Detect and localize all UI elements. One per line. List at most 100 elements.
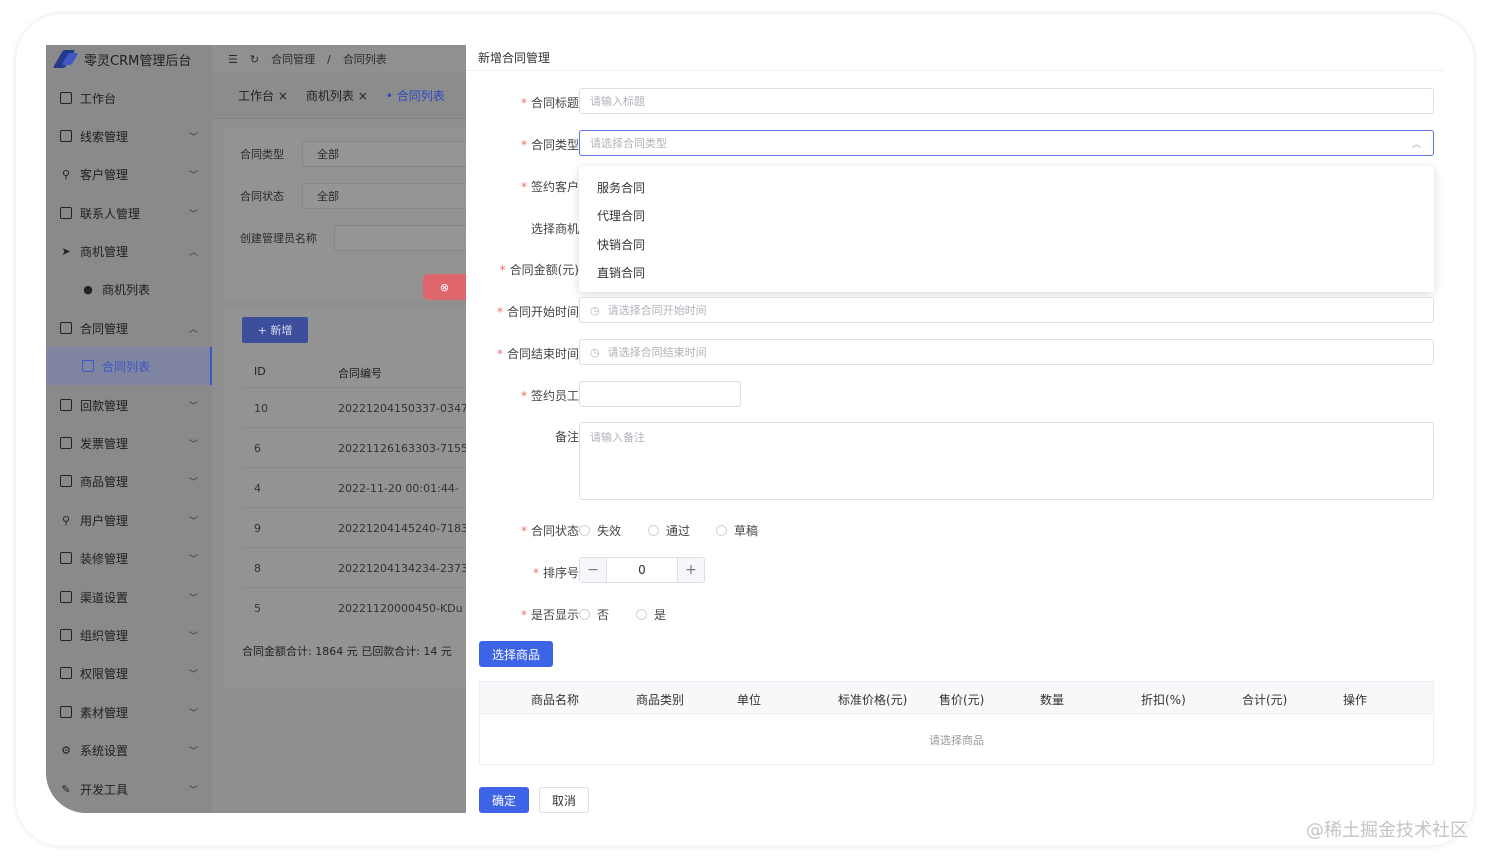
type-select[interactable]: 请选择合同类型 ︿ bbox=[579, 130, 1434, 156]
chevron-down-icon: ﹀ bbox=[188, 170, 198, 181]
field-label-end: * 合同结束时间 bbox=[496, 347, 579, 361]
field-label-opportunity: 选择商机 bbox=[530, 222, 579, 236]
confirm-button[interactable]: 确定 bbox=[479, 787, 529, 813]
start-date-picker[interactable]: ◷ 请选择合同开始时间 bbox=[579, 297, 1434, 323]
sort-value[interactable]: 0 bbox=[606, 558, 678, 582]
goods-table-header: 商品名称 商品类别 单位 标准价格(元) 售价(元) 数量 折扣(%) 合计(元… bbox=[480, 682, 1433, 714]
sidebar-item-system[interactable]: ⚙ 系统设置 ﹀ bbox=[46, 731, 212, 769]
breadcrumb-separator: / bbox=[327, 52, 331, 66]
filter-type-select[interactable]: 全部 bbox=[302, 141, 482, 167]
payment-icon bbox=[60, 399, 72, 411]
contact-icon bbox=[60, 207, 72, 219]
chevron-down-icon: ﹀ bbox=[188, 593, 198, 604]
cancel-button[interactable]: 取消 bbox=[539, 787, 589, 813]
sidebar-item-permissions[interactable]: 权限管理 ﹀ bbox=[46, 654, 212, 692]
status-radio-approved[interactable]: 通过 bbox=[648, 522, 690, 539]
sidebar-item-clues[interactable]: 线索管理 ﹀ bbox=[46, 117, 212, 155]
table-row[interactable]: 9 20221204145240-7183 bbox=[242, 507, 502, 547]
document-icon bbox=[82, 360, 94, 372]
type-dropdown: 服务合同 代理合同 快销合同 直销合同 bbox=[579, 166, 1434, 292]
chevron-down-icon: ﹀ bbox=[188, 132, 198, 143]
column-header-quantity: 数量 bbox=[1040, 693, 1065, 707]
sidebar-item-decoration[interactable]: 装修管理 ﹀ bbox=[46, 539, 212, 577]
lock-icon bbox=[60, 667, 72, 679]
briefcase-icon bbox=[60, 322, 72, 334]
remark-textarea[interactable]: 请输入备注 bbox=[579, 422, 1434, 500]
monitor-icon bbox=[60, 92, 72, 104]
goods-empty-text: 请选择商品 bbox=[929, 734, 984, 747]
sidebar-item-organization[interactable]: 组织管理 ﹀ bbox=[46, 616, 212, 654]
chevron-down-icon: ﹀ bbox=[188, 746, 198, 757]
option-agency-contract[interactable]: 代理合同 bbox=[597, 207, 645, 224]
refresh-icon[interactable]: ↻ bbox=[250, 53, 259, 66]
sidebar-item-customers[interactable]: ⚲ 客户管理 ﹀ bbox=[46, 155, 212, 193]
column-header-total: 合计(元) bbox=[1242, 693, 1288, 707]
decrement-button[interactable]: − bbox=[580, 558, 606, 582]
end-date-picker[interactable]: ◷ 请选择合同结束时间 bbox=[579, 339, 1434, 365]
watermark: @稀土掘金技术社区 bbox=[1306, 820, 1468, 841]
pen-icon: ✎ bbox=[61, 782, 71, 796]
sidebar-item-workbench[interactable]: 工作台 bbox=[46, 79, 212, 117]
breadcrumb-contracts[interactable]: 合同管理 bbox=[271, 51, 315, 67]
show-radio-yes[interactable]: 是 bbox=[636, 606, 666, 623]
filter-creator-label: 创建管理员名称 bbox=[240, 232, 317, 245]
increment-button[interactable]: + bbox=[678, 558, 704, 582]
decorate-icon bbox=[60, 552, 72, 564]
close-icon[interactable]: × bbox=[358, 89, 368, 103]
status-radio-invalid[interactable]: 失效 bbox=[579, 522, 621, 539]
sidebar-item-contract-list[interactable]: 合同列表 bbox=[46, 347, 212, 385]
close-icon[interactable]: × bbox=[278, 89, 288, 103]
table-row[interactable]: 5 20221120000450-KDu bbox=[242, 587, 502, 627]
select-goods-button[interactable]: 选择商品 bbox=[479, 641, 553, 667]
table-row[interactable]: 4 2022-11-20 00:01:44- bbox=[242, 467, 502, 507]
sidebar-item-opportunity-list[interactable]: ● 商机列表 bbox=[46, 270, 212, 308]
field-label-type: * 合同类型 bbox=[520, 138, 579, 152]
sidebar-item-payments[interactable]: 回款管理 ﹀ bbox=[46, 386, 212, 424]
option-direct-contract[interactable]: 直销合同 bbox=[597, 264, 645, 281]
gear-icon: ⚙ bbox=[61, 743, 71, 757]
filter-type-label: 合同类型 bbox=[240, 148, 284, 161]
show-radio-no[interactable]: 否 bbox=[579, 606, 609, 623]
tab-contract-list[interactable]: • 合同列表 bbox=[386, 87, 445, 104]
option-service-contract[interactable]: 服务合同 bbox=[597, 179, 645, 196]
sidebar-item-materials[interactable]: 素材管理 ﹀ bbox=[46, 693, 212, 731]
column-header-goods-category: 商品类别 bbox=[636, 693, 685, 707]
chevron-down-icon: ﹀ bbox=[188, 401, 198, 412]
column-header-sale-price: 售价(元) bbox=[939, 693, 985, 707]
table-row[interactable]: 8 20221204134234-2373 bbox=[242, 547, 502, 587]
sidebar-item-opportunities[interactable]: ➤ 商机管理 ︿ bbox=[46, 232, 212, 270]
table-row[interactable]: 6 20221126163303-7155 bbox=[242, 427, 502, 467]
main-content: ☰ ↻ 合同管理 / 合同列表 工作台 × 商机列表 × • 合同列表 合同类型… bbox=[212, 45, 514, 813]
column-header-unit: 单位 bbox=[737, 693, 762, 707]
chevron-down-icon: ﹀ bbox=[188, 516, 198, 527]
filter-status-label: 合同状态 bbox=[240, 190, 284, 203]
sidebar-item-channels[interactable]: 渠道设置 ﹀ bbox=[46, 578, 212, 616]
clue-icon bbox=[60, 130, 72, 142]
sidebar-item-products[interactable]: 商品管理 ﹀ bbox=[46, 462, 212, 500]
filter-status-select[interactable]: 全部 bbox=[302, 183, 482, 209]
chevron-down-icon: ﹀ bbox=[188, 708, 198, 719]
staff-select[interactable] bbox=[579, 381, 741, 407]
menu-fold-icon[interactable]: ☰ bbox=[228, 53, 238, 66]
sidebar-item-devtools[interactable]: ✎ 开发工具 ﹀ bbox=[46, 770, 212, 808]
org-icon bbox=[60, 629, 72, 641]
table-row[interactable]: 10 20221204150337-0347 bbox=[242, 387, 502, 427]
tab-workbench[interactable]: 工作台 × bbox=[238, 87, 288, 104]
sidebar-item-users[interactable]: ⚲ 用户管理 ﹀ bbox=[46, 501, 212, 539]
drawer-title: 新增合同管理 bbox=[466, 45, 1444, 71]
app-logo: 零灵CRM管理后台 bbox=[46, 45, 212, 73]
tab-opportunity-list[interactable]: 商机列表 × bbox=[306, 87, 368, 104]
close-circle-icon: ⊗ bbox=[439, 280, 450, 294]
sidebar-item-contacts[interactable]: 联系人管理 ﹀ bbox=[46, 194, 212, 232]
status-radio-draft[interactable]: 草稿 bbox=[716, 522, 758, 539]
drawer-close-button[interactable]: ⊗ bbox=[423, 274, 466, 300]
invoice-icon bbox=[60, 437, 72, 449]
contract-table: + 新增 ID 合同编号 10 20221204150337-0347 6 2022… bbox=[224, 307, 502, 687]
sidebar-item-contracts[interactable]: 合同管理 ︿ bbox=[46, 309, 212, 347]
image-icon bbox=[60, 706, 72, 718]
title-input[interactable]: 请输入标题 bbox=[579, 88, 1434, 114]
clock-icon: ◷ bbox=[590, 303, 600, 317]
option-fmcg-contract[interactable]: 快销合同 bbox=[597, 236, 645, 253]
add-contract-button[interactable]: + 新增 bbox=[242, 317, 308, 343]
sidebar-item-invoices[interactable]: 发票管理 ﹀ bbox=[46, 424, 212, 462]
